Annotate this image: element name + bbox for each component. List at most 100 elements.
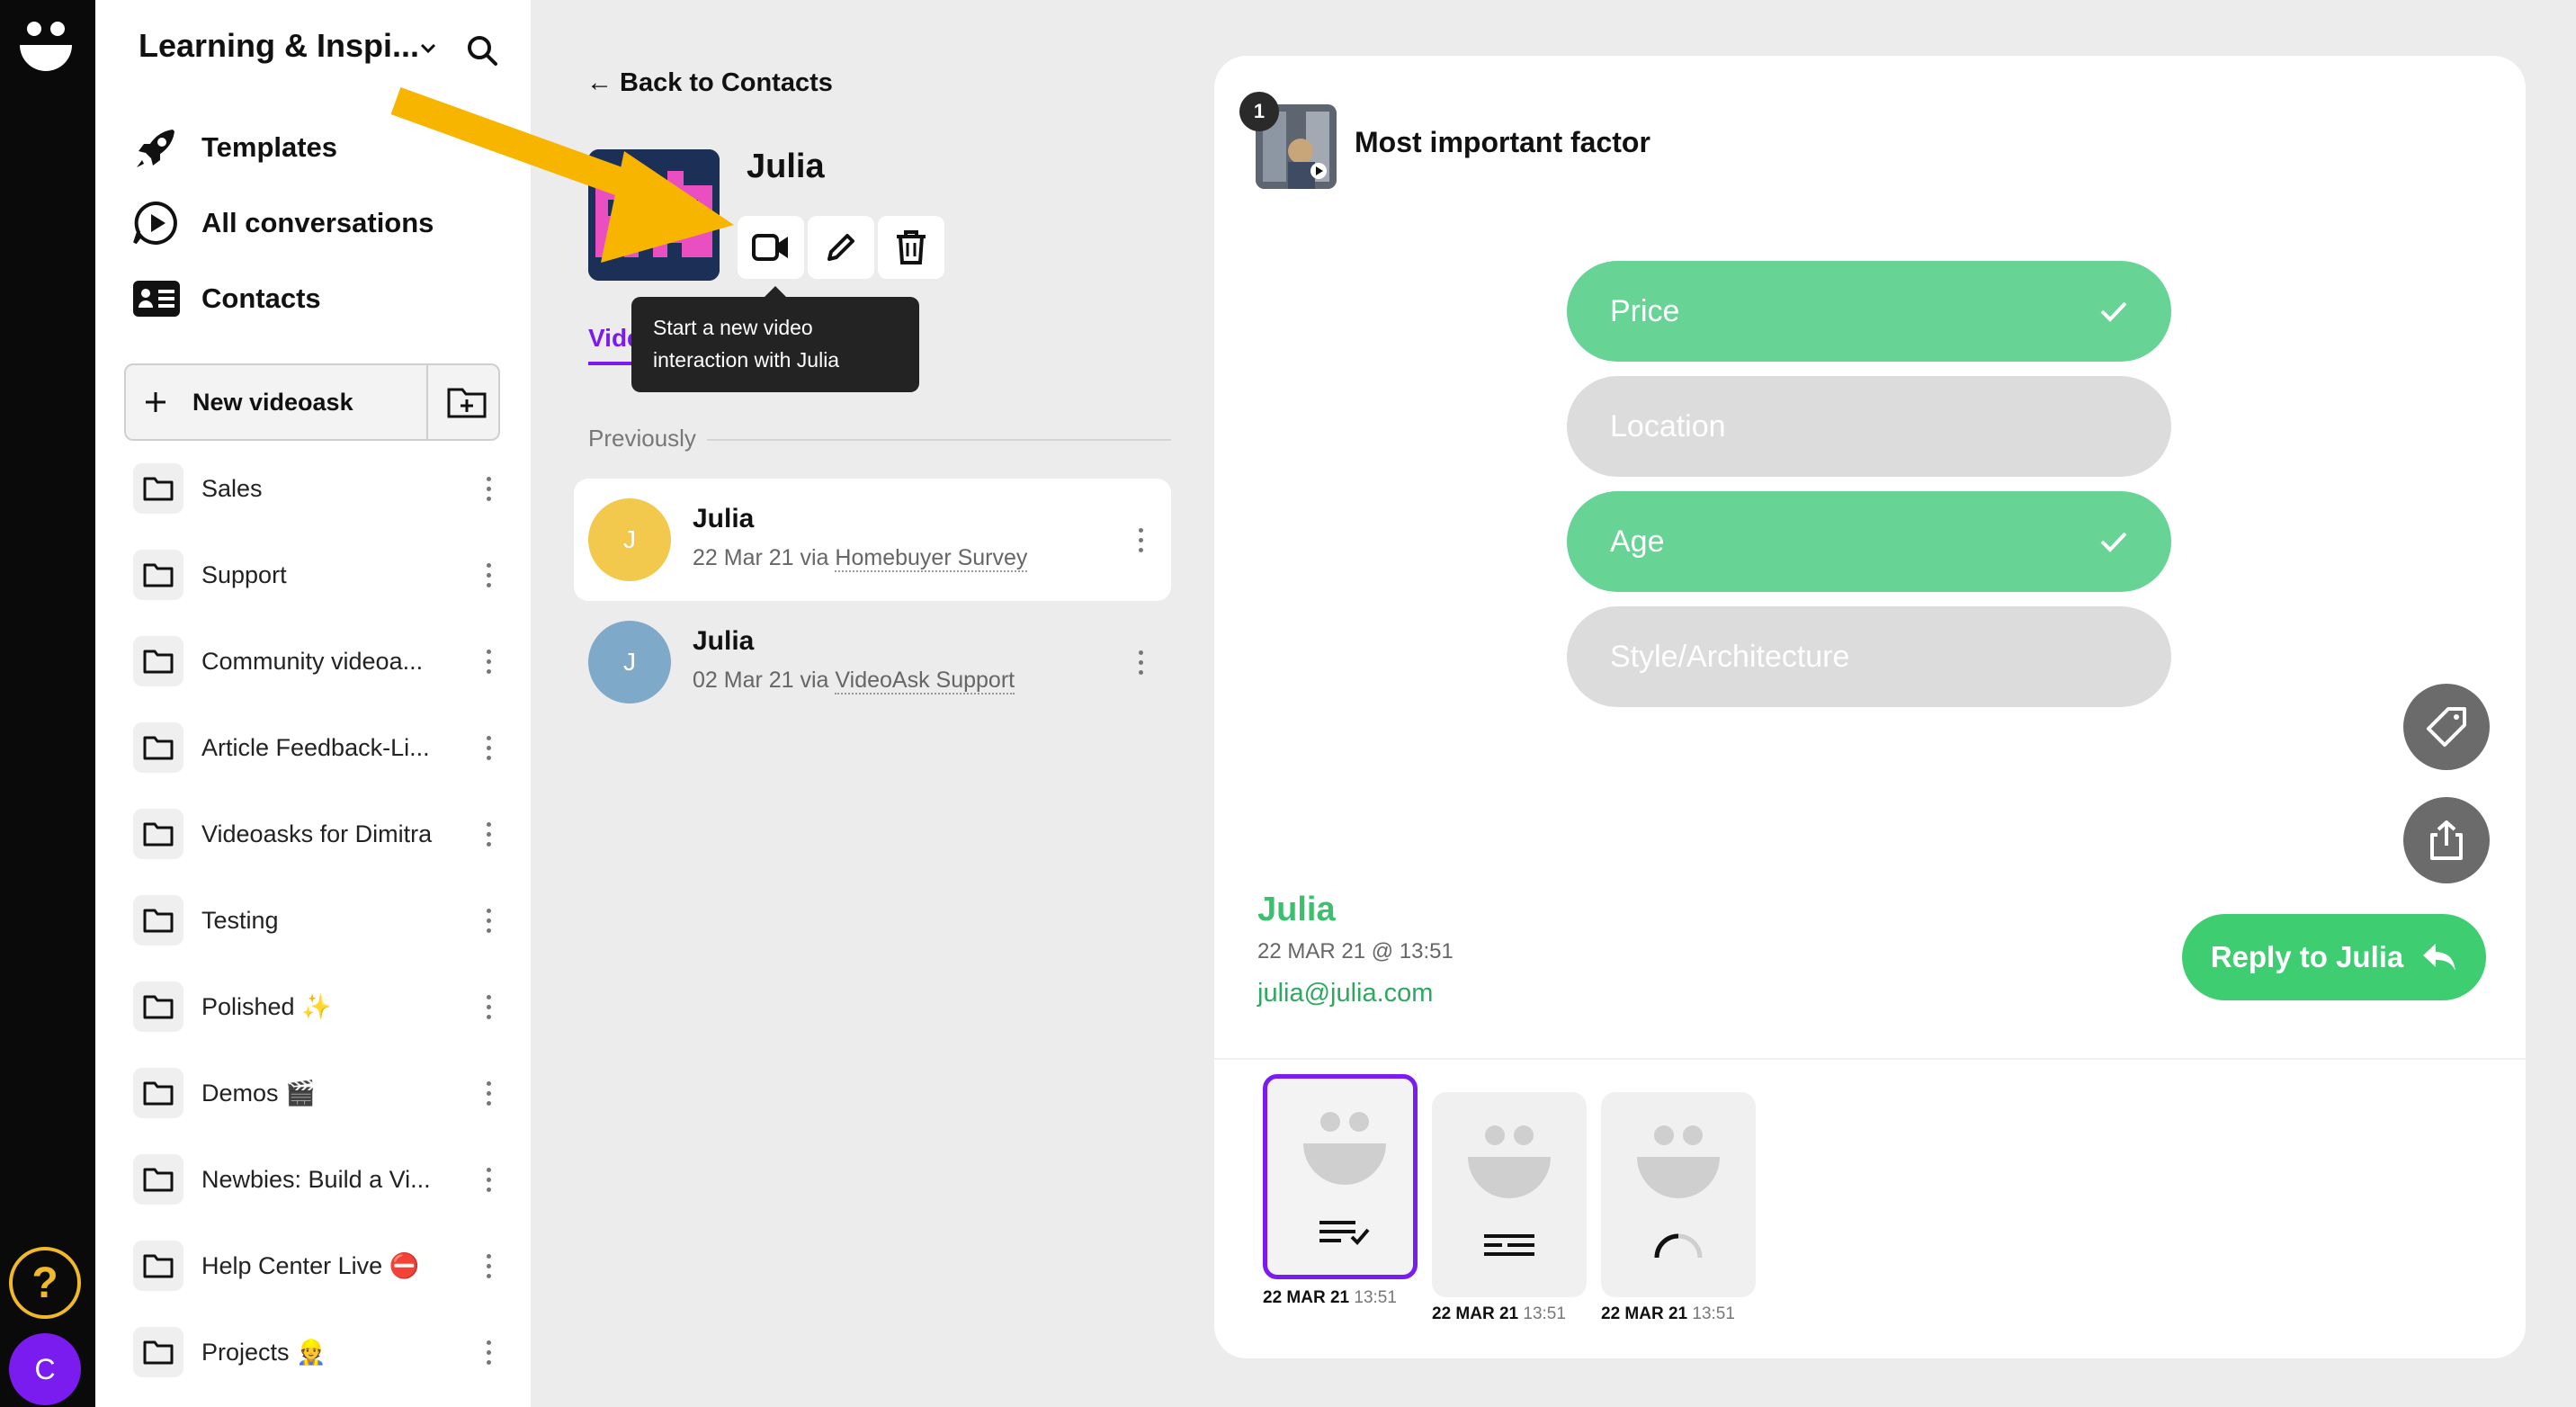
video-camera-icon (752, 234, 788, 261)
choice-option[interactable]: Style/Architecture (1567, 606, 2171, 707)
sidebar-folder-item[interactable]: Support (133, 543, 502, 606)
conversation-meta: 22 Mar 21 via Homebuyer Survey (693, 545, 1028, 572)
text-form-icon (1482, 1232, 1536, 1264)
folder-icon (133, 981, 183, 1032)
folder-label: Support (201, 560, 287, 588)
delete-contact-button[interactable] (878, 216, 944, 279)
share-button[interactable] (2403, 797, 2490, 883)
choice-option[interactable]: Price (1567, 261, 2171, 362)
tag-button[interactable] (2403, 684, 2490, 770)
kebab-menu-icon[interactable] (475, 557, 502, 593)
folder-icon (133, 550, 183, 600)
contact-avatar: J (588, 621, 671, 704)
thumbnail-date: 22 MAR 21 13:51 (1432, 1304, 1566, 1323)
sidebar-folder-item[interactable]: Sales (133, 457, 502, 520)
folder-label: Newbies: Build a Vi... (201, 1165, 431, 1193)
nav-contacts[interactable]: Contacts (131, 270, 321, 327)
response-panel: 1 Most important factor Price Location Age… (1214, 56, 2526, 1358)
sidebar-folder-item[interactable]: Testing (133, 889, 502, 952)
conversation-item[interactable]: J Julia 02 Mar 21 via VideoAsk Support (574, 601, 1171, 723)
button-divider (426, 365, 428, 439)
kebab-menu-icon[interactable] (475, 643, 502, 679)
new-folder-icon[interactable] (446, 381, 487, 423)
workspace-title[interactable]: Learning & Inspi... (139, 27, 419, 65)
kebab-menu-icon[interactable] (475, 1248, 502, 1284)
nav-templates[interactable]: Templates (131, 119, 337, 176)
response-thumbnail[interactable] (1432, 1092, 1587, 1297)
response-thumbnail[interactable] (1601, 1092, 1756, 1297)
folder-label: Help Center Live ⛔ (201, 1252, 420, 1279)
respondent-email[interactable]: julia@julia.com (1257, 979, 1433, 1008)
choice-option[interactable]: Age (1567, 491, 2171, 592)
kebab-menu-icon[interactable] (475, 1161, 502, 1197)
contact-image (588, 149, 720, 281)
kebab-menu-icon[interactable] (475, 1334, 502, 1370)
kebab-menu-icon[interactable] (1131, 646, 1149, 678)
kebab-menu-icon[interactable] (475, 816, 502, 852)
chevron-down-icon[interactable] (417, 38, 439, 59)
help-icon[interactable]: ? (9, 1247, 81, 1319)
sidebar-folder-item[interactable]: Polished ✨ (133, 975, 502, 1038)
videoask-face-icon (1468, 1125, 1551, 1198)
conversation-meta: 02 Mar 21 via VideoAsk Support (693, 668, 1015, 695)
sidebar-folder-item[interactable]: Article Feedback-Li... (133, 716, 502, 779)
kebab-menu-icon[interactable] (475, 1075, 502, 1111)
folder-icon (133, 1068, 183, 1118)
contact-name: Julia (747, 148, 825, 185)
new-videoask-button[interactable]: New videoask (124, 363, 500, 441)
thumbnail-date: 22 MAR 21 13:51 (1601, 1304, 1735, 1323)
sidebar-folder-item[interactable]: Projects 👷 (133, 1321, 502, 1384)
nav-templates-label: Templates (201, 131, 338, 163)
app-rail: ? C (0, 0, 95, 1407)
choice-option[interactable]: Location (1567, 376, 2171, 477)
new-video-interaction-button[interactable] (738, 216, 804, 279)
response-datetime: 22 MAR 21 @ 13:51 (1257, 939, 1453, 963)
sidebar-folder-item[interactable]: Help Center Live ⛔ (133, 1234, 502, 1297)
kebab-menu-icon[interactable] (1131, 524, 1149, 556)
kebab-menu-icon[interactable] (475, 470, 502, 506)
sidebar-folder-item[interactable]: Community videoa... (133, 630, 502, 693)
folder-icon (133, 895, 183, 945)
reply-label: Reply to Julia (2210, 940, 2404, 973)
checkmark-icon (2100, 532, 2127, 552)
conversation-source-link[interactable]: VideoAsk Support (835, 668, 1015, 695)
divider (707, 439, 1171, 441)
reply-button[interactable]: Reply to Julia (2182, 914, 2486, 1000)
conversation-item[interactable]: J Julia 22 Mar 21 via Homebuyer Survey (574, 479, 1171, 601)
loading-icon (1651, 1232, 1705, 1264)
question-number-badge: 1 (1239, 92, 1279, 131)
sidebar-folder-item[interactable]: Videoasks for Dimitra (133, 802, 502, 865)
folder-label: Projects 👷 (201, 1339, 326, 1366)
edit-contact-button[interactable] (808, 216, 874, 279)
sidebar-folder-item[interactable]: Newbies: Build a Vi... (133, 1148, 502, 1211)
kebab-menu-icon[interactable] (475, 730, 502, 766)
response-thumbnail[interactable] (1263, 1074, 1418, 1279)
back-to-contacts-link[interactable]: ← Back to Contacts (586, 68, 833, 98)
nav-all-conversations[interactable]: All conversations (131, 194, 434, 252)
folder-label: Sales (201, 474, 263, 502)
user-avatar[interactable]: C (9, 1333, 81, 1405)
videoask-face-icon (1637, 1125, 1720, 1198)
folder-label: Polished ✨ (201, 993, 332, 1020)
folder-icon (133, 636, 183, 686)
contacts-card-icon (133, 281, 180, 317)
kebab-menu-icon[interactable] (475, 989, 502, 1025)
respondent-name: Julia (1257, 891, 1336, 928)
folder-icon (133, 722, 183, 773)
folder-label: Community videoa... (201, 647, 424, 675)
conversation-source-link[interactable]: Homebuyer Survey (835, 545, 1028, 572)
folder-icon (133, 809, 183, 859)
new-videoask-label-group[interactable]: New videoask (144, 365, 353, 439)
search-icon[interactable] (464, 32, 500, 68)
videoask-face-icon (1303, 1112, 1386, 1185)
sidebar-folder-item[interactable]: Demos 🎬 (133, 1062, 502, 1125)
arrow-left-icon: ← (586, 68, 613, 97)
previously-label: Previously (588, 425, 696, 452)
tab-underline (588, 362, 633, 365)
conversation-name: Julia (693, 504, 755, 533)
folder-label: Demos 🎬 (201, 1080, 316, 1107)
rocket-icon (137, 130, 174, 167)
kebab-menu-icon[interactable] (475, 902, 502, 938)
choice-label: Location (1610, 408, 1726, 444)
videoask-logo-icon[interactable] (18, 18, 74, 74)
